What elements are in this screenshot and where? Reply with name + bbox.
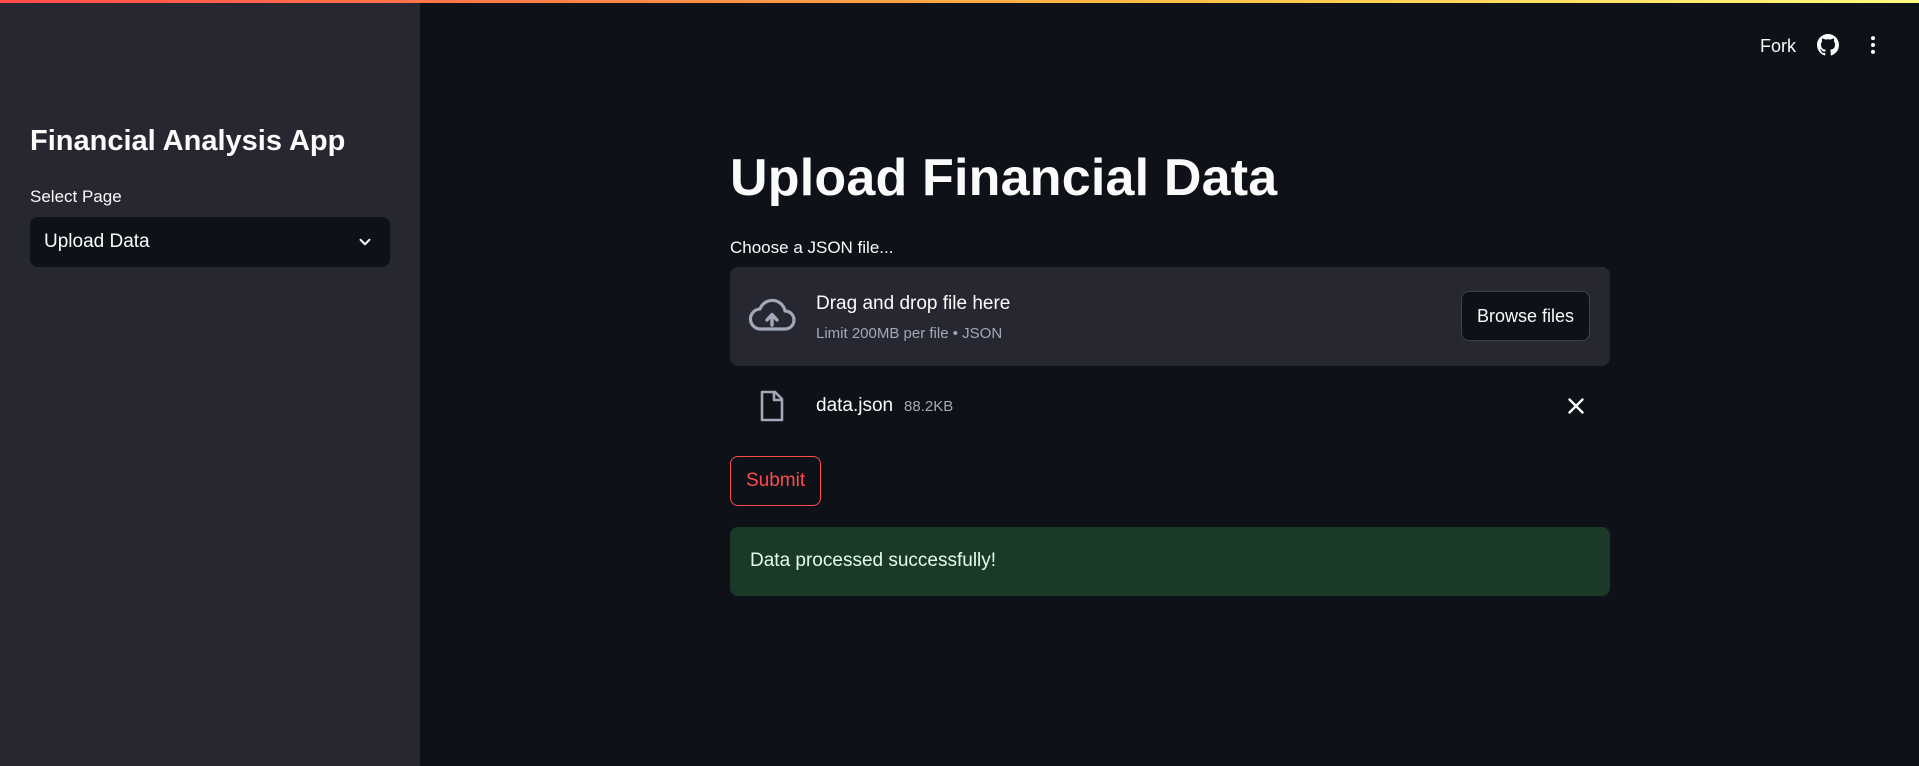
dropzone-limit-text: Limit 200MB per file • JSON	[816, 325, 1003, 342]
cloud-upload-icon	[748, 298, 796, 331]
github-icon[interactable]	[1817, 34, 1839, 56]
kebab-menu-icon[interactable]	[1862, 34, 1884, 56]
top-decoration-bar	[0, 0, 1919, 3]
select-page-dropdown[interactable]: Upload Data	[30, 217, 390, 267]
close-icon[interactable]	[1566, 396, 1586, 416]
select-page-value: Upload Data	[44, 231, 150, 252]
success-message: Data processed successfully!	[750, 550, 997, 571]
success-alert: Data processed successfully!	[730, 527, 1610, 596]
submit-button[interactable]: Submit	[730, 456, 822, 506]
fork-link[interactable]: Fork	[1760, 36, 1796, 57]
uploaded-file-row: data.json 88.2KB	[730, 384, 1610, 428]
sidebar: Financial Analysis App Select Page Uploa…	[0, 0, 420, 766]
file-uploader-label: Choose a JSON file...	[730, 238, 894, 257]
file-dropzone[interactable]: Drag and drop file here Limit 200MB per …	[730, 267, 1610, 366]
page-title: Upload Financial Data	[730, 149, 1278, 207]
dropzone-title: Drag and drop file here	[816, 293, 1011, 314]
sidebar-title: Financial Analysis App	[30, 125, 346, 157]
file-icon	[760, 390, 784, 422]
browse-files-button[interactable]: Browse files	[1460, 291, 1590, 341]
select-page-label: Select Page	[30, 187, 122, 206]
uploaded-file-size: 88.2KB	[904, 398, 954, 415]
chevron-down-icon	[359, 238, 371, 246]
uploaded-file-name: data.json	[816, 395, 894, 416]
